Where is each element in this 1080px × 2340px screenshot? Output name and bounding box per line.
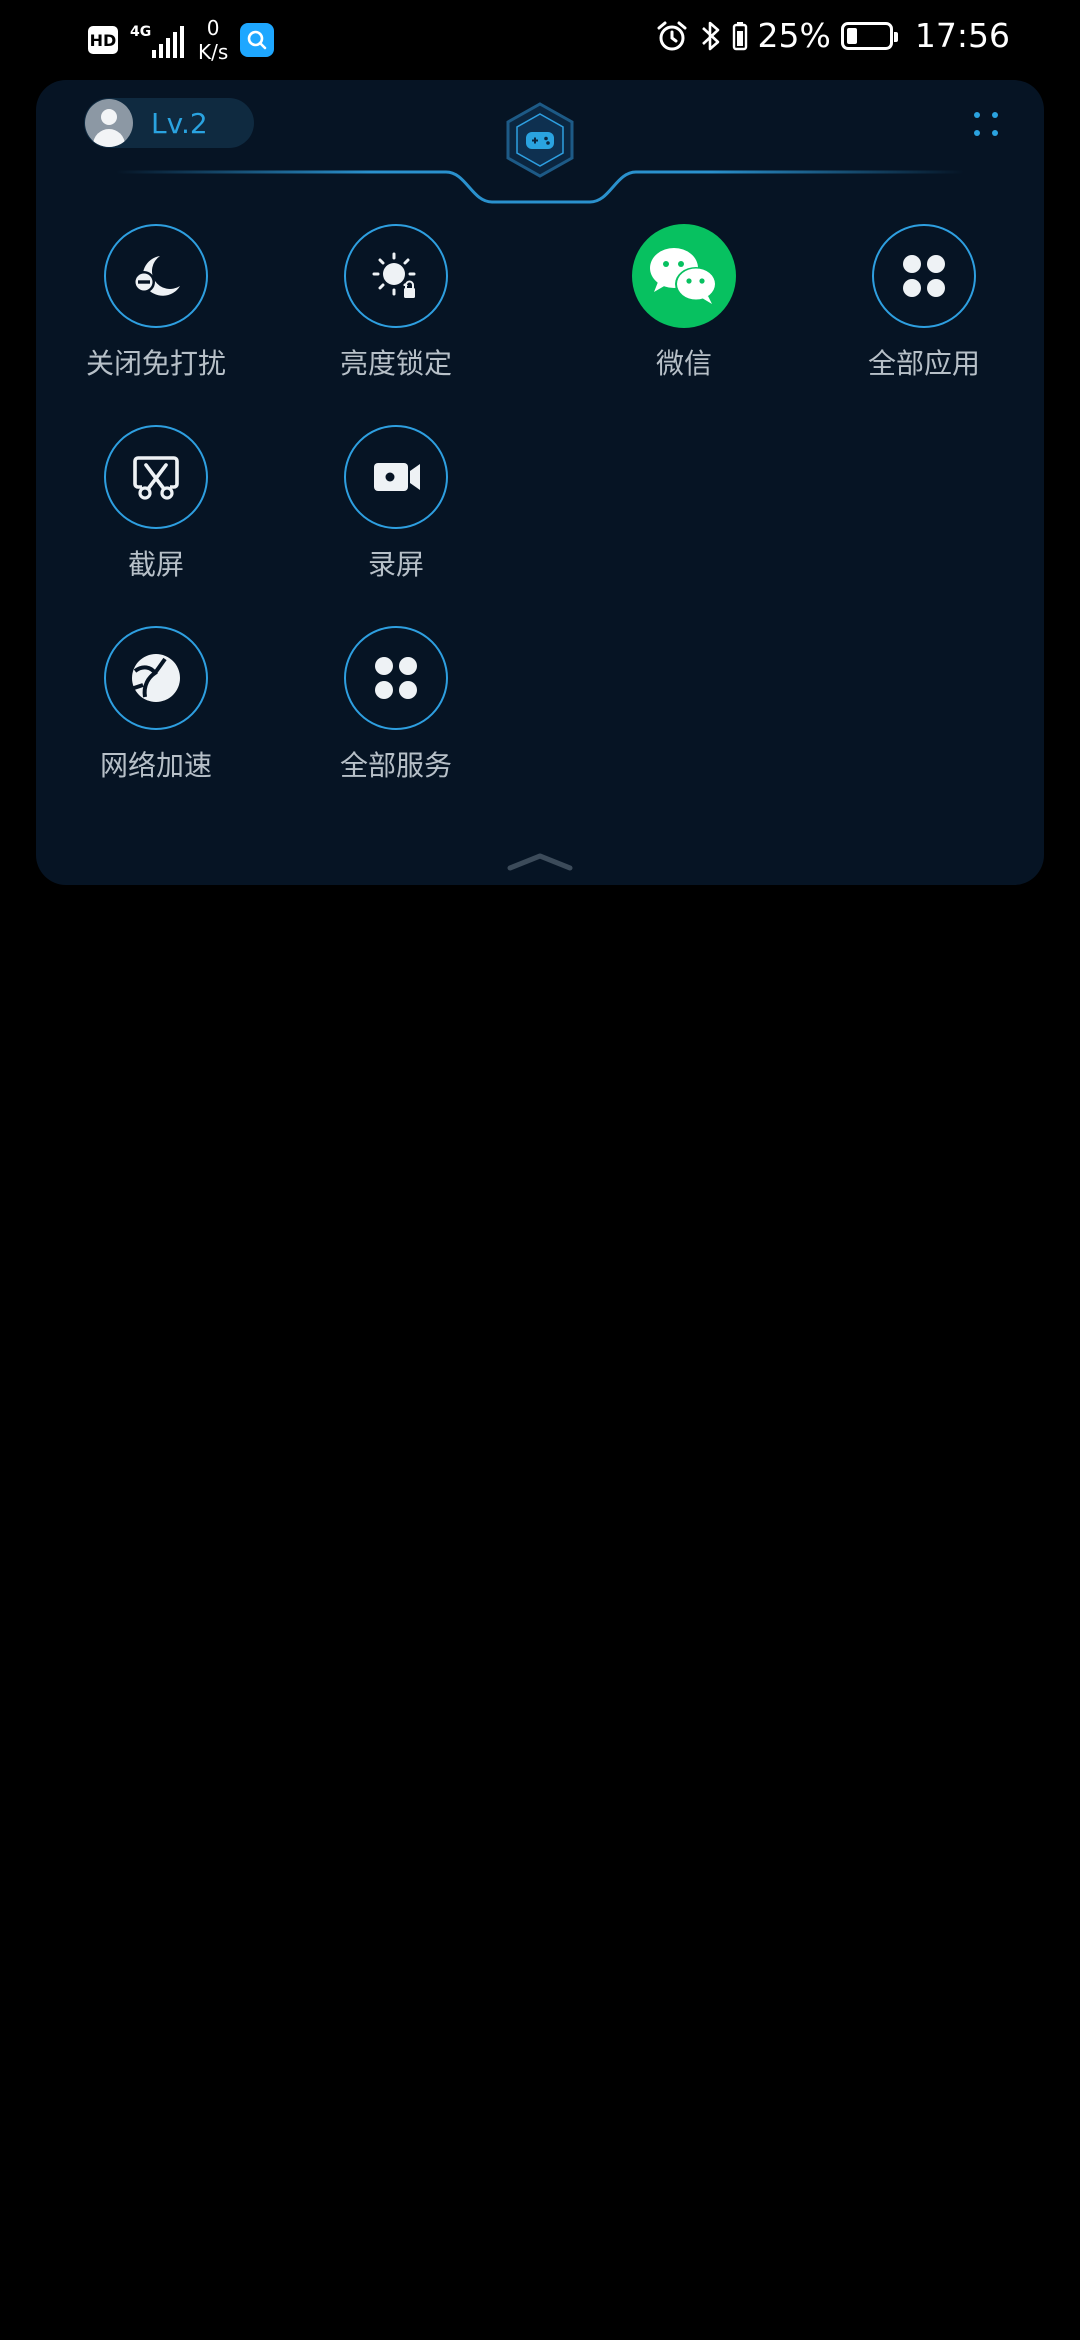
item-label: 网络加速: [99, 749, 212, 782]
search-app-notification-icon: [240, 23, 275, 57]
brightness-lock-icon: [372, 252, 416, 298]
battery-saver-icon: [732, 21, 747, 50]
gamepad-badge-icon: [506, 102, 574, 178]
status-bar-right: 25% 17:56: [654, 16, 1010, 55]
hd-voice-icon: HD: [88, 26, 118, 54]
network-speed: 0 K/s: [198, 16, 228, 64]
do-not-disturb-toggle[interactable]: 关闭免打扰: [56, 224, 256, 394]
brightness-lock-toggle[interactable]: 亮度锁定: [296, 224, 496, 394]
wechat-shortcut[interactable]: 微信: [584, 224, 784, 394]
bluetooth-icon: [701, 21, 719, 50]
screen-record-icon: [374, 463, 420, 491]
item-label: 微信: [655, 347, 712, 380]
battery-icon: [840, 21, 898, 50]
battery-percent: 25%: [757, 16, 831, 55]
status-bar: HD 4G 0 K/s 25% 17:56: [0, 0, 1080, 80]
item-label: 全部应用: [867, 347, 980, 380]
all-services-button[interactable]: 全部服务: [296, 626, 496, 796]
clock-time: 17:56: [914, 16, 1010, 55]
screenshot-scissors-icon: [133, 456, 179, 500]
all-services-icon: [375, 657, 417, 699]
screen-record-button[interactable]: 录屏: [296, 425, 496, 595]
item-label: 全部服务: [339, 749, 452, 782]
network-boost-button[interactable]: 网络加速: [56, 626, 256, 796]
header-divider-line: [116, 170, 964, 204]
status-bar-left: HD 4G 0 K/s: [88, 16, 275, 64]
item-label: 亮度锁定: [339, 347, 452, 380]
network-speed-unit: K/s: [198, 40, 229, 64]
wechat-icon: [650, 248, 717, 304]
network-speed-value: 0: [206, 16, 220, 40]
battery-level-fill: [846, 27, 857, 44]
all-apps-icon: [903, 255, 945, 297]
alarm-icon: [657, 21, 687, 50]
item-label: 录屏: [367, 548, 424, 581]
user-level-pill[interactable]: Lv.2: [84, 98, 254, 148]
collapse-chevron-up-icon[interactable]: [506, 850, 574, 872]
moon-dnd-off-icon: [133, 256, 180, 296]
network-boost-icon: [130, 654, 180, 702]
avatar: [85, 99, 133, 147]
item-label: 关闭免打扰: [85, 347, 226, 380]
user-level-label: Lv.2: [151, 106, 208, 140]
game-assistant-panel: Lv.2 关闭免打扰 亮度锁定 微信 全部应用 截屏 录屏 网络加速 全部服务: [36, 80, 1044, 885]
network-type-label: 4G: [130, 24, 152, 40]
item-label: 截屏: [127, 548, 184, 581]
all-apps-button[interactable]: 全部应用: [824, 224, 1024, 394]
cellular-signal-icon: 4G: [130, 20, 186, 60]
more-options-icon[interactable]: [968, 106, 1004, 142]
screenshot-button[interactable]: 截屏: [56, 425, 256, 595]
